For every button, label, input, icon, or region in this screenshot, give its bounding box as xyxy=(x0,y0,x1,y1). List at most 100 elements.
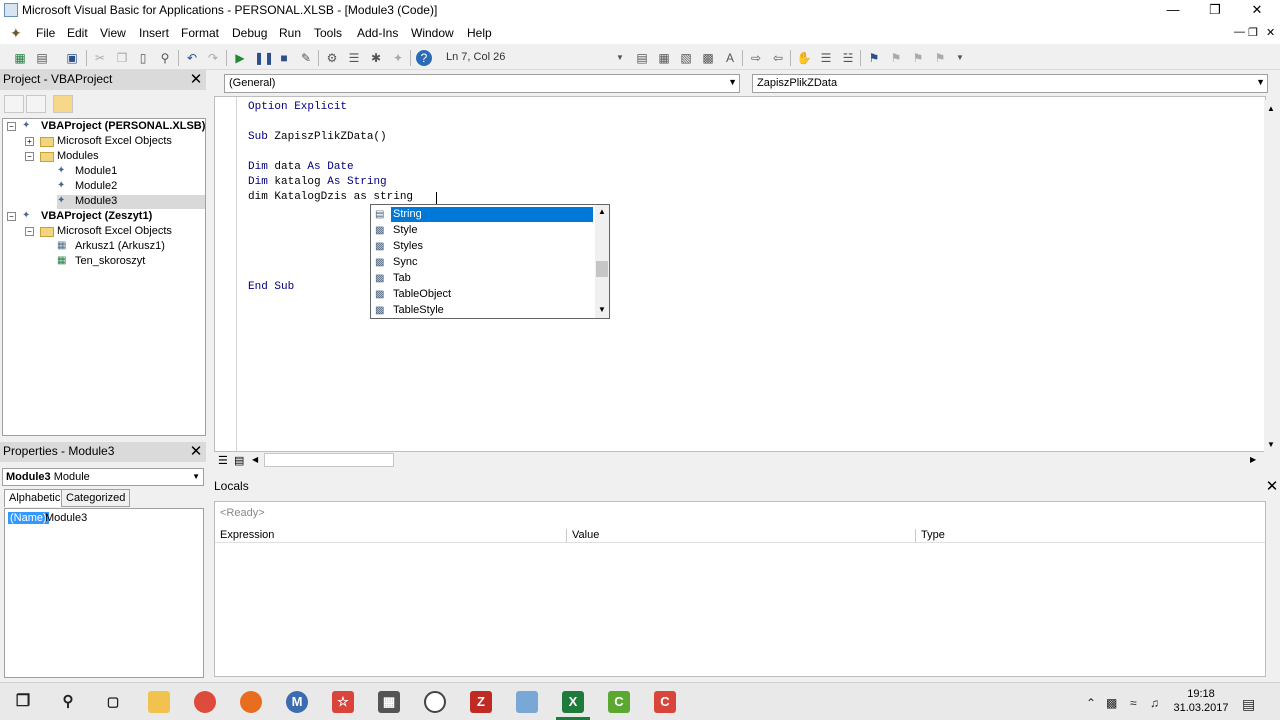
task-view-icon[interactable]: ▢ xyxy=(102,691,124,713)
chrome-icon[interactable] xyxy=(194,691,216,713)
insert-userform-icon[interactable]: ▤ xyxy=(34,50,50,66)
view-object-icon[interactable] xyxy=(26,95,46,113)
menu-addins[interactable]: Add-Ins xyxy=(357,26,398,40)
scroll-up-icon[interactable]: ▲ xyxy=(1267,104,1275,113)
tree-node-modules[interactable]: − Modules xyxy=(23,150,205,164)
save-icon[interactable]: ▣ xyxy=(64,50,80,66)
properties-window-icon[interactable]: ☰ xyxy=(346,50,362,66)
menu-window[interactable]: Window xyxy=(411,26,454,40)
uncomment-block-icon[interactable]: ☱ xyxy=(840,50,856,66)
tray-chevron-icon[interactable]: ⌃ xyxy=(1086,696,1096,710)
object-browser-icon[interactable]: ✱ xyxy=(368,50,384,66)
next-bookmark-icon[interactable]: ⚑ xyxy=(888,50,904,66)
object-combo[interactable]: (General) ▼ xyxy=(224,74,740,93)
autocomplete-item[interactable]: ▩ Tab xyxy=(373,271,593,287)
scroll-left-icon[interactable]: ◀ xyxy=(252,455,258,464)
redo-icon[interactable]: ↷ xyxy=(205,50,221,66)
notifications-icon[interactable]: ▤ xyxy=(1242,696,1255,713)
mdi-minimize-icon[interactable]: — xyxy=(1234,26,1245,38)
cut-icon[interactable]: ✂ xyxy=(92,50,108,66)
file-explorer-icon[interactable] xyxy=(148,691,170,713)
undo-icon[interactable]: ↶ xyxy=(184,50,200,66)
scroll-right-icon[interactable]: ▶ xyxy=(1250,455,1256,464)
close-properties-panel-icon[interactable]: ✕ xyxy=(188,444,204,460)
scroll-thumb[interactable] xyxy=(264,453,394,467)
chevron-down-icon[interactable]: ▼ xyxy=(192,472,200,481)
object-selector[interactable]: Module3 Module ▼ xyxy=(2,468,204,486)
scroll-thumb[interactable] xyxy=(596,261,608,277)
expand-icon[interactable]: + xyxy=(25,137,34,146)
tree-node-arkusz1[interactable]: ▦ Arkusz1 (Arkusz1) xyxy=(57,240,205,254)
menu-format[interactable]: Format xyxy=(181,26,219,40)
system-clock[interactable]: 19:18 31.03.2017 xyxy=(1168,687,1234,715)
tree-node-excel-objects-2[interactable]: − Microsoft Excel Objects xyxy=(23,225,205,239)
collapse-icon[interactable]: − xyxy=(7,212,16,221)
list-properties-icon[interactable]: ▤ xyxy=(634,50,650,66)
wifi-icon[interactable]: ≈ xyxy=(1130,696,1137,710)
toggle-breakpoint-icon[interactable]: ✋ xyxy=(796,50,812,66)
mdi-close-icon[interactable]: ✕ xyxy=(1266,26,1275,39)
column-expression[interactable]: Expression xyxy=(215,529,567,543)
break-icon[interactable]: ❚❚ xyxy=(254,50,274,66)
indent-icon[interactable]: ⇨ xyxy=(748,50,764,66)
camtasia-green-icon[interactable]: C xyxy=(608,691,630,713)
autocomplete-item[interactable]: ▩ TableStyle xyxy=(373,303,593,319)
autocomplete-item[interactable]: ▩ TableObject xyxy=(373,287,593,303)
column-value[interactable]: Value xyxy=(567,529,916,543)
autocomplete-scrollbar[interactable]: ▲ ▼ xyxy=(595,205,609,318)
autocomplete-list[interactable]: ▤ String ▩ Style ▩ Styles ▩ Sync ▩ Tab ▩ Table… xyxy=(370,204,610,319)
tree-node-module3[interactable]: ✦ Module3 xyxy=(57,195,205,209)
toggle-folders-icon[interactable] xyxy=(53,95,73,113)
quick-info-icon[interactable]: ▧ xyxy=(678,50,694,66)
collapse-icon[interactable]: − xyxy=(25,152,34,161)
start-windows-icon[interactable]: ❐ xyxy=(12,691,34,713)
collapse-icon[interactable]: − xyxy=(7,122,16,131)
project-explorer-icon[interactable]: ⚙ xyxy=(324,50,340,66)
vba-menu-icon[interactable]: ✦ xyxy=(10,25,26,41)
volume-icon[interactable]: ♫ xyxy=(1150,696,1159,710)
close-project-panel-icon[interactable]: ✕ xyxy=(188,72,204,88)
close-locals-icon[interactable]: ✕ xyxy=(1264,479,1280,495)
copy-icon[interactable]: ❐ xyxy=(114,50,130,66)
scroll-down-icon[interactable]: ▼ xyxy=(1267,440,1275,449)
reset-icon[interactable]: ■ xyxy=(276,50,292,66)
chevron-down-icon[interactable]: ▼ xyxy=(1256,77,1265,87)
code-vertical-scrollbar[interactable]: ▲ ▼ xyxy=(1264,100,1280,452)
excel-icon[interactable]: X xyxy=(562,691,584,713)
property-name[interactable]: (Name) xyxy=(8,512,49,524)
menu-view[interactable]: View xyxy=(100,26,126,40)
code-margin[interactable] xyxy=(215,97,237,451)
property-value[interactable]: Module3 xyxy=(45,512,87,524)
app-star-icon[interactable]: ☆ xyxy=(332,691,354,713)
menu-tools[interactable]: Tools xyxy=(314,26,342,40)
help-icon[interactable]: ? xyxy=(416,50,432,66)
tab-alphabetic[interactable]: Alphabetic xyxy=(4,489,66,507)
calculator-icon[interactable]: ▦ xyxy=(378,691,400,713)
scroll-up-icon[interactable]: ▲ xyxy=(598,207,606,216)
view-excel-icon[interactable]: ▦ xyxy=(12,50,28,66)
menu-insert[interactable]: Insert xyxy=(139,26,169,40)
list-constants-icon[interactable]: ▦ xyxy=(656,50,672,66)
toggle-bookmark-icon[interactable]: ⚑ xyxy=(866,50,882,66)
tree-node-module1[interactable]: ✦ Module1 xyxy=(57,165,205,179)
scroll-down-icon[interactable]: ▼ xyxy=(598,305,606,314)
menu-help[interactable]: Help xyxy=(467,26,492,40)
comment-block-icon[interactable]: ☰ xyxy=(818,50,834,66)
previous-bookmark-icon[interactable]: ⚑ xyxy=(910,50,926,66)
battery-icon[interactable]: ▩ xyxy=(1106,696,1117,710)
design-mode-icon[interactable]: ✎ xyxy=(298,50,314,66)
filezilla-icon[interactable]: Z xyxy=(470,691,492,713)
procedure-combo[interactable]: ZapiszPlikZData ▼ xyxy=(752,74,1268,93)
tree-node-ten-skoroszyt[interactable]: ▦ Ten_skoroszyt xyxy=(57,255,205,269)
mdi-restore-icon[interactable]: ❐ xyxy=(1248,26,1258,39)
autocomplete-item[interactable]: ▩ Style xyxy=(373,223,593,239)
column-type[interactable]: Type xyxy=(916,529,1265,543)
close-icon[interactable]: ✕ xyxy=(1234,0,1280,22)
app-m-icon[interactable]: M xyxy=(286,691,308,713)
run-icon[interactable]: ▶ xyxy=(232,50,248,66)
autocomplete-item[interactable]: ▩ Styles xyxy=(373,239,593,255)
paste-icon[interactable]: ▯ xyxy=(135,50,151,66)
clear-bookmarks-icon[interactable]: ⚑ xyxy=(932,50,948,66)
tree-node-personal[interactable]: − ✦ VBAProject (PERSONAL.XLSB) xyxy=(5,120,205,134)
menu-run[interactable]: Run xyxy=(279,26,301,40)
